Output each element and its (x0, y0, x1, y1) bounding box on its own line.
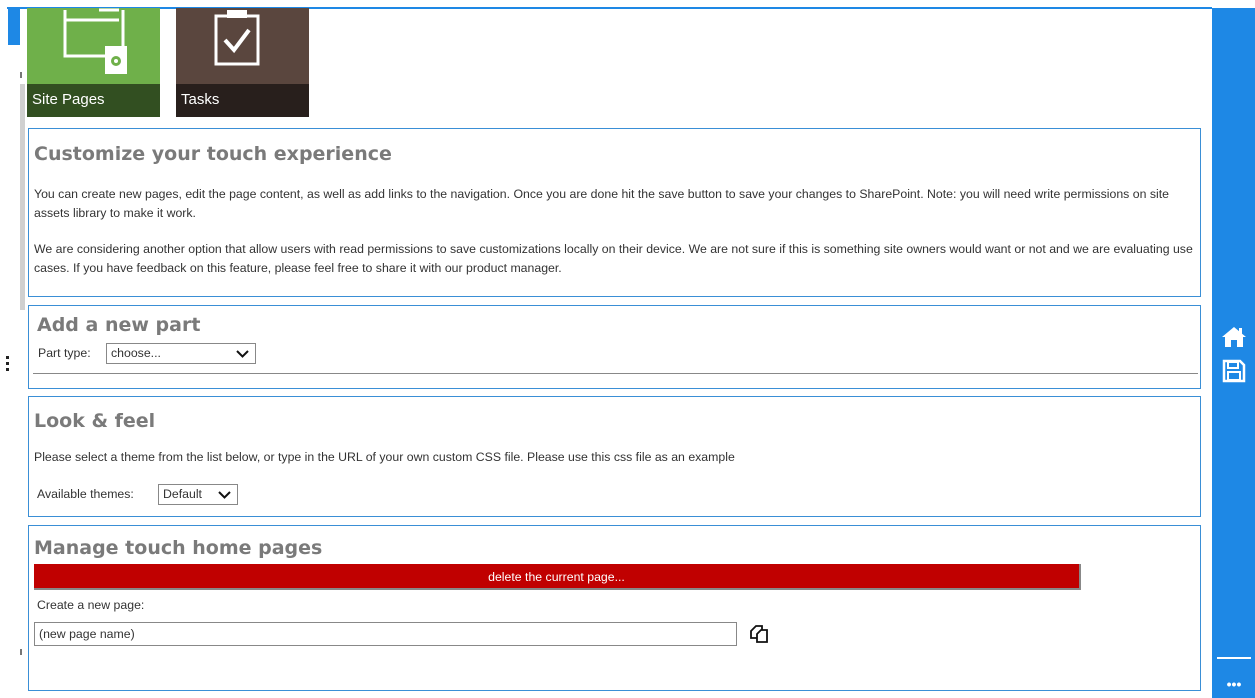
scrollbar[interactable] (20, 84, 25, 310)
tasks-checkbox-icon (214, 10, 260, 66)
theme-value: Default (163, 487, 202, 501)
tile-site-pages[interactable]: Site Pages (27, 8, 160, 117)
create-page-label: Create a new page: (37, 598, 145, 612)
intro-paragraph-2: We are considering another option that a… (34, 242, 1193, 275)
add-part-panel: Add a new part Part type: choose... (28, 305, 1201, 389)
look-feel-panel: Look & feel Please select a theme from t… (28, 396, 1201, 517)
manage-title: Manage touch home pages (34, 537, 323, 559)
look-feel-description: Please select a theme from the list belo… (34, 450, 735, 464)
divider (33, 373, 1198, 374)
ruler-tick (20, 649, 22, 655)
add-part-title: Add a new part (37, 314, 201, 336)
divider (1217, 657, 1251, 659)
intro-panel: Customize your touch experience You can … (28, 128, 1201, 297)
left-accent-bar (8, 8, 20, 45)
look-feel-title: Look & feel (34, 410, 156, 432)
chevron-down-icon (236, 350, 249, 358)
copy-icon[interactable] (747, 622, 771, 646)
tile-tasks[interactable]: Tasks (176, 8, 309, 117)
part-type-select[interactable]: choose... (106, 343, 256, 364)
tile-label: Site Pages (27, 84, 160, 117)
new-page-name-input[interactable] (34, 622, 737, 646)
home-icon[interactable] (1220, 323, 1248, 351)
site-pages-icon (63, 8, 127, 74)
tile-label: Tasks (176, 84, 309, 117)
more-icon[interactable]: ••• (1222, 677, 1246, 691)
manage-pages-panel: Manage touch home pages delete the curre… (28, 525, 1201, 691)
intro-title: Customize your touch experience (34, 143, 392, 165)
part-type-value: choose... (111, 346, 161, 360)
resize-grip-icon[interactable] (6, 356, 10, 374)
ruler-tick (20, 72, 22, 78)
right-action-bar: ••• (1212, 8, 1255, 698)
chevron-down-icon (218, 491, 231, 499)
themes-label: Available themes: (37, 487, 134, 501)
save-icon[interactable] (1220, 357, 1248, 385)
part-type-label: Part type: (38, 346, 91, 360)
delete-page-button[interactable]: delete the current page... (34, 564, 1081, 590)
intro-paragraph-1: You can create new pages, edit the page … (34, 187, 1169, 220)
theme-select[interactable]: Default (158, 484, 238, 505)
